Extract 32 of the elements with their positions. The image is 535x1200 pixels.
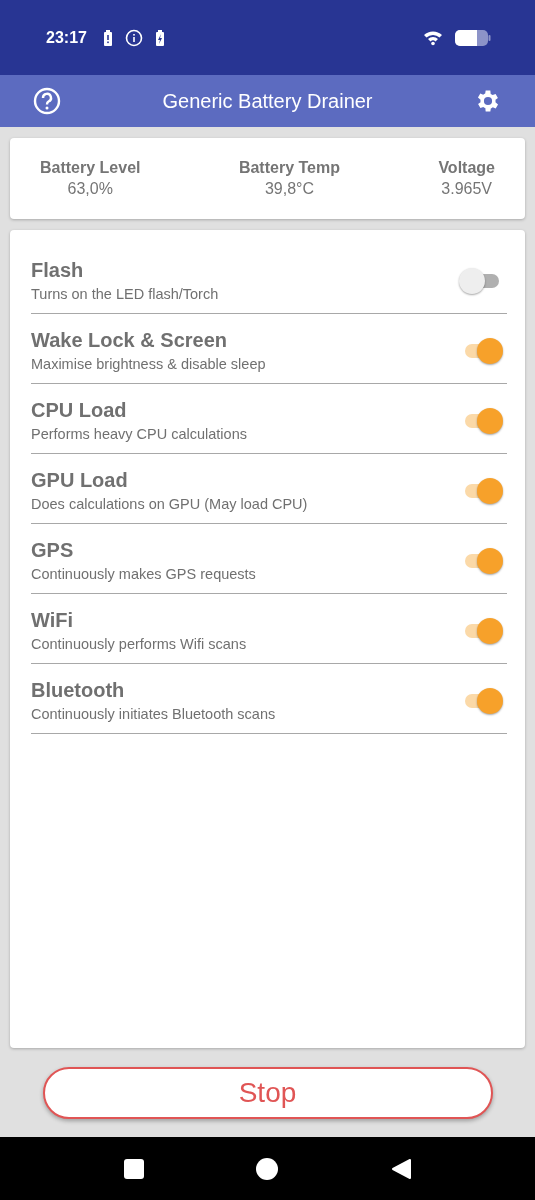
battery-charging-icon	[154, 29, 165, 46]
drainer-description: Continuously makes GPS requests	[31, 566, 257, 582]
stat-value: 63,0%	[67, 180, 113, 198]
app-title: Generic Battery Drainer	[162, 89, 373, 113]
back-icon[interactable]	[389, 1157, 412, 1180]
stat-label: Voltage	[438, 159, 495, 177]
home-icon[interactable]	[255, 1157, 278, 1180]
drainer-title: WiFi	[31, 609, 75, 632]
drainer-description: Continuously initiates Bluetooth scans	[31, 706, 277, 722]
drainer-title: Bluetooth	[31, 679, 126, 702]
help-icon[interactable]	[33, 87, 61, 115]
battery-alert-icon	[102, 29, 113, 46]
drainer-description: Performs heavy CPU calculations	[31, 426, 248, 442]
drainer-title: Flash	[31, 259, 85, 282]
stat-value: 39,8°C	[264, 180, 314, 198]
drainer-description: Does calculations on GPU (May load CPU)	[31, 496, 309, 512]
stop-button[interactable]: Stop	[42, 1066, 493, 1119]
stat-label: Battery Level	[40, 159, 141, 177]
stat-label: Battery Temp	[238, 159, 340, 177]
wifi-icon	[423, 29, 443, 46]
drainer-title: CPU Load	[31, 399, 128, 422]
drainer-title: Wake Lock & Screen	[31, 329, 228, 352]
recents-icon[interactable]	[123, 1158, 144, 1179]
drainer-description: Turns on the LED flash/Torch	[31, 286, 220, 302]
stat-value: 3.965V	[441, 180, 493, 198]
drainer-title: GPS	[31, 539, 75, 562]
clock-time: 23:17	[46, 28, 87, 47]
drainer-title: GPU Load	[31, 469, 129, 492]
info-icon	[124, 28, 143, 47]
drainer-description: Maximise brightness & disable sleep	[31, 356, 267, 372]
drainer-description: Continuously performs Wifi scans	[31, 636, 248, 652]
battery-icon	[455, 28, 491, 47]
